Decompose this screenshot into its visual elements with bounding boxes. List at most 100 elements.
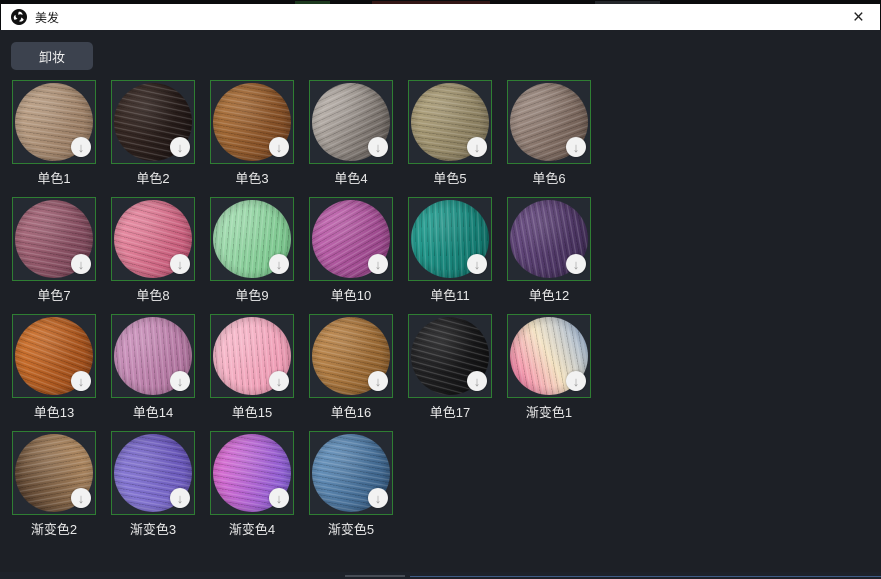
hair-swatch-cell: ↓ 单色12 [507, 197, 591, 304]
hair-swatch-tile[interactable]: ↓ [12, 80, 96, 164]
hair-swatch-tile[interactable]: ↓ [111, 197, 195, 281]
hair-swatch-label: 单色12 [507, 288, 591, 304]
download-arrow-glyph: ↓ [177, 258, 184, 271]
screen: 美发 × 卸妆 ↓单色1↓单色2↓单色3↓单色4↓单色5↓单色6↓单色7↓单色8… [0, 0, 881, 579]
hair-swatch-tile[interactable]: ↓ [210, 197, 294, 281]
download-icon[interactable]: ↓ [269, 254, 289, 274]
hair-swatch-cell: ↓ 单色3 [210, 80, 294, 187]
hair-swatch-cell: ↓渐变色2 [12, 431, 96, 538]
hair-swatch-tile[interactable]: ↓ [210, 80, 294, 164]
hair-swatch-label: 单色5 [408, 171, 492, 187]
hair-swatch-tile[interactable]: ↓ [12, 314, 96, 398]
hair-swatch-label: 单色10 [309, 288, 393, 304]
download-arrow-glyph: ↓ [276, 375, 283, 388]
download-arrow-glyph: ↓ [78, 492, 85, 505]
hair-swatch-cell: ↓ 单色7 [12, 197, 96, 304]
download-arrow-glyph: ↓ [573, 141, 580, 154]
hair-swatch-cell: ↓ 单色1 [12, 80, 96, 187]
download-arrow-glyph: ↓ [276, 492, 283, 505]
download-icon[interactable]: ↓ [368, 254, 388, 274]
background-app-bottom-strip [0, 572, 881, 579]
download-icon[interactable]: ↓ [71, 488, 91, 508]
hair-swatch-cell: ↓单色9 [210, 197, 294, 304]
download-icon[interactable]: ↓ [368, 371, 388, 391]
hair-swatch-cell: ↓单色2 [111, 80, 195, 187]
download-arrow-glyph: ↓ [177, 141, 184, 154]
hair-swatch-cell: ↓ 单色5 [408, 80, 492, 187]
hair-swatch-label: 单色7 [12, 288, 96, 304]
remove-makeup-button[interactable]: 卸妆 [11, 42, 93, 70]
background-blue-line [410, 576, 881, 577]
hair-swatch-tile[interactable]: ↓ [12, 431, 96, 515]
hair-swatch-label: 渐变色1 [507, 405, 591, 421]
download-icon[interactable]: ↓ [269, 488, 289, 508]
hair-swatch-tile[interactable]: ↓ [309, 314, 393, 398]
hair-swatch-tile[interactable]: ↓ [111, 80, 195, 164]
hair-swatch-tile[interactable]: ↓ [408, 197, 492, 281]
hair-swatch-cell: ↓ 单色13 [12, 314, 96, 421]
download-icon[interactable]: ↓ [170, 488, 190, 508]
hair-swatch-cell: ↓渐变色5 [309, 431, 393, 538]
obs-logo-icon [11, 9, 27, 25]
hair-style-grid: ↓单色1↓单色2↓单色3↓单色4↓单色5↓单色6↓单色7↓单色8↓单色9↓单色1… [12, 80, 612, 538]
hair-swatch-cell: ↓单色4 [309, 80, 393, 187]
hair-swatch-cell: ↓ 单色8 [111, 197, 195, 304]
download-arrow-glyph: ↓ [78, 375, 85, 388]
hair-swatch-tile[interactable]: ↓ [507, 314, 591, 398]
download-arrow-glyph: ↓ [78, 141, 85, 154]
hair-swatch-label: 单色13 [12, 405, 96, 421]
download-arrow-glyph: ↓ [177, 492, 184, 505]
download-icon[interactable]: ↓ [71, 254, 91, 274]
download-icon[interactable]: ↓ [170, 137, 190, 157]
download-icon[interactable]: ↓ [467, 137, 487, 157]
hair-swatch-tile[interactable]: ↓ [12, 197, 96, 281]
hair-swatch-tile[interactable]: ↓ [210, 431, 294, 515]
download-icon[interactable]: ↓ [368, 488, 388, 508]
hair-swatch-label: 单色14 [111, 405, 195, 421]
hair-swatch-tile[interactable]: ↓ [210, 314, 294, 398]
hair-swatch-label: 渐变色4 [210, 522, 294, 538]
hair-swatch-tile[interactable]: ↓ [111, 431, 195, 515]
download-icon[interactable]: ↓ [269, 137, 289, 157]
hair-swatch-tile[interactable]: ↓ [507, 80, 591, 164]
download-arrow-glyph: ↓ [375, 141, 382, 154]
dialog-titlebar: 美发 × [1, 4, 880, 30]
download-icon[interactable]: ↓ [566, 254, 586, 274]
dialog-title: 美发 [35, 9, 59, 26]
hair-swatch-tile[interactable]: ↓ [408, 80, 492, 164]
download-arrow-glyph: ↓ [375, 375, 382, 388]
hair-swatch-cell: ↓ 单色10 [309, 197, 393, 304]
download-icon[interactable]: ↓ [566, 371, 586, 391]
hair-swatch-label: 单色3 [210, 171, 294, 187]
download-icon[interactable]: ↓ [71, 137, 91, 157]
hair-swatch-cell: ↓ 单色11 [408, 197, 492, 304]
download-icon[interactable]: ↓ [269, 371, 289, 391]
download-icon[interactable]: ↓ [170, 371, 190, 391]
hair-swatch-label: 单色8 [111, 288, 195, 304]
hair-swatch-cell: ↓单色6 [507, 80, 591, 187]
hair-swatch-label: 单色1 [12, 171, 96, 187]
hair-swatch-tile[interactable]: ↓ [408, 314, 492, 398]
hair-swatch-tile[interactable]: ↓ [111, 314, 195, 398]
hair-swatch-label: 渐变色3 [111, 522, 195, 538]
hair-swatch-label: 单色11 [408, 288, 492, 304]
close-button[interactable]: × [847, 8, 870, 27]
hair-swatch-tile[interactable]: ↓ [309, 431, 393, 515]
hair-swatch-tile[interactable]: ↓ [309, 197, 393, 281]
download-icon[interactable]: ↓ [170, 254, 190, 274]
download-icon[interactable]: ↓ [467, 371, 487, 391]
download-icon[interactable]: ↓ [566, 137, 586, 157]
dialog-body: 卸妆 ↓单色1↓单色2↓单色3↓单色4↓单色5↓单色6↓单色7↓单色8↓单色9↓… [0, 30, 881, 572]
download-arrow-glyph: ↓ [78, 258, 85, 271]
hair-swatch-cell: ↓ 渐变色4 [210, 431, 294, 538]
hair-swatch-tile[interactable]: ↓ [507, 197, 591, 281]
hair-swatch-cell: ↓ 渐变色3 [111, 431, 195, 538]
download-icon[interactable]: ↓ [71, 371, 91, 391]
download-icon[interactable]: ↓ [368, 137, 388, 157]
download-arrow-glyph: ↓ [573, 375, 580, 388]
hair-swatch-label: 单色15 [210, 405, 294, 421]
hair-swatch-label: 单色16 [309, 405, 393, 421]
hair-swatch-cell: ↓ 渐变色1 [507, 314, 591, 421]
download-icon[interactable]: ↓ [467, 254, 487, 274]
hair-swatch-tile[interactable]: ↓ [309, 80, 393, 164]
